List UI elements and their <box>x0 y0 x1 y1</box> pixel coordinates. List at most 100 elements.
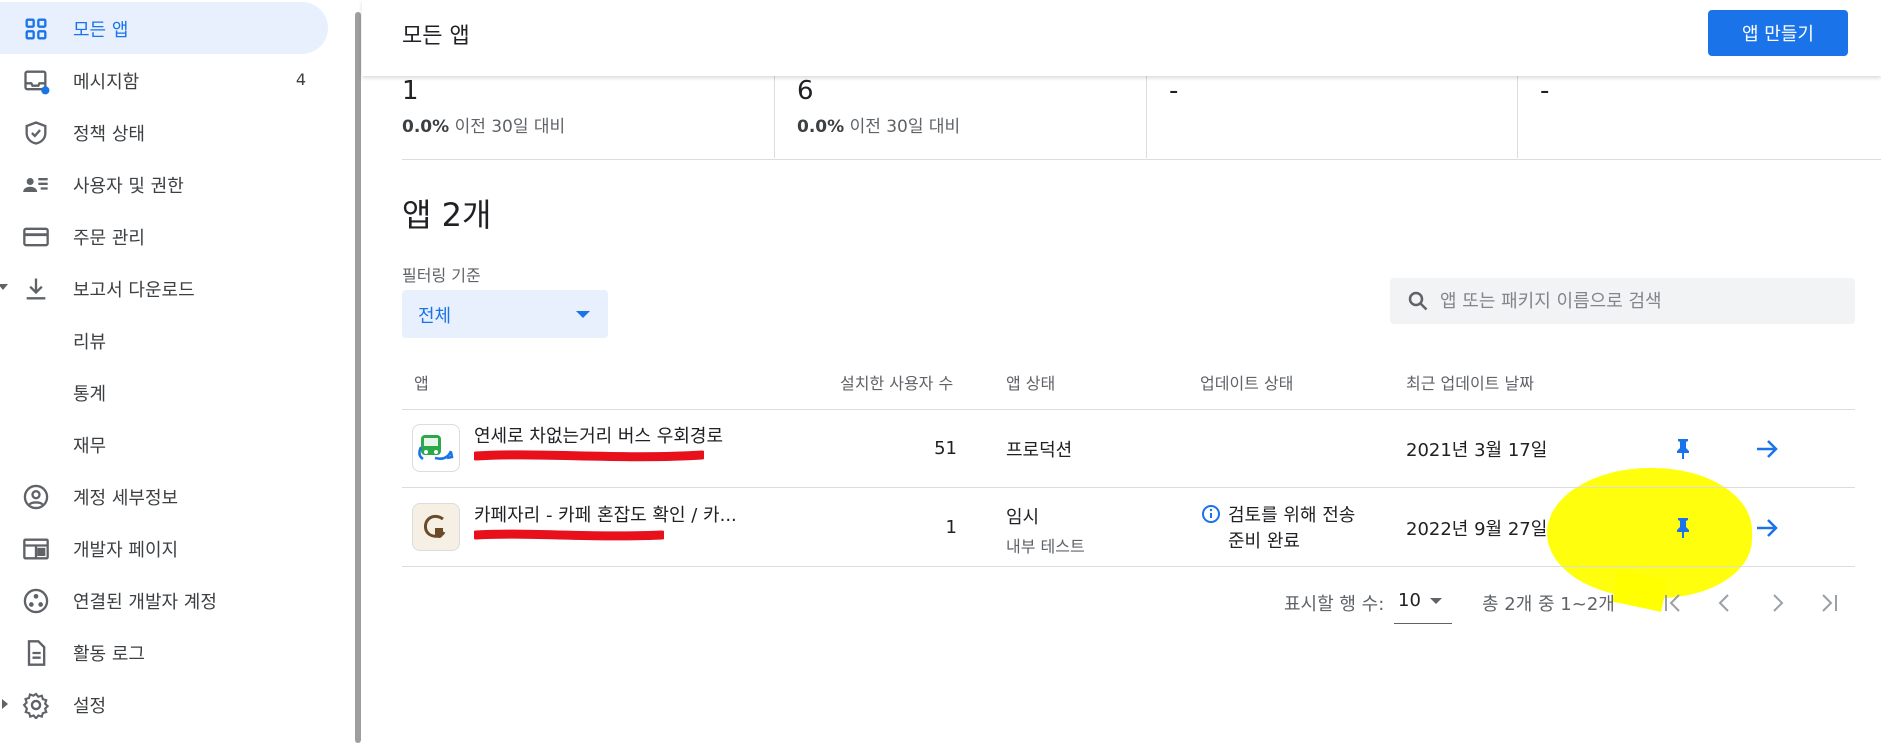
gear-icon <box>22 692 50 719</box>
stat-value: - <box>1540 76 1550 106</box>
last-update-date: 2022년 9월 27일 <box>1406 519 1548 540</box>
update-status-line2: 준비 완료 <box>1228 531 1300 552</box>
sidebar-item-settings[interactable]: 설정 <box>0 678 328 730</box>
sidebar-item-reviews[interactable]: 리뷰 <box>0 314 328 366</box>
filter-label: 필터링 기준 <box>402 266 481 285</box>
table-row[interactable]: 연세로 차없는거리 버스 우회경로 51 프로덕션 2021년 3월 17일 <box>402 410 1855 488</box>
page-header: 모든 앱 앱 만들기 <box>362 0 1881 76</box>
sidebar-item-label: 주문 관리 <box>73 228 145 249</box>
sidebar-item-label: 보고서 다운로드 <box>73 280 195 301</box>
app-status: 임시 <box>1006 507 1040 528</box>
sidebar-item-label: 사용자 및 권한 <box>73 176 184 197</box>
sidebar-item-download-reports[interactable]: 보고서 다운로드 <box>0 262 328 314</box>
redacted-package-name <box>474 450 704 462</box>
sidebar-item-activity-log[interactable]: 활동 로그 <box>0 626 328 678</box>
app-name[interactable]: 연세로 차없는거리 버스 우회경로 <box>474 422 723 448</box>
stat-card: - <box>1517 70 1881 158</box>
search-input[interactable] <box>1440 284 1840 318</box>
sidebar-item-order-management[interactable]: 주문 관리 <box>0 210 328 262</box>
bus-icon <box>418 435 454 461</box>
credit-card-icon <box>23 227 49 247</box>
sidebar-item-policy-status[interactable]: 정책 상태 <box>0 106 328 158</box>
apps-grid-icon <box>25 18 47 40</box>
column-header-app[interactable]: 앱 <box>414 370 429 394</box>
installs-count: 51 <box>934 438 957 459</box>
redacted-package-name <box>474 529 664 541</box>
pagination: 표시할 행 수: 10 총 2개 중 1~2개 <box>362 588 1881 628</box>
stat-value: 1 <box>402 76 419 106</box>
stat-value: - <box>1169 76 1179 106</box>
sidebar-item-label: 설정 <box>73 696 107 717</box>
sidebar-item-label: 개발자 페이지 <box>73 540 179 561</box>
rows-per-page-select[interactable]: 10 <box>1394 588 1452 624</box>
create-app-button[interactable]: 앱 만들기 <box>1708 10 1848 56</box>
linked-accounts-icon <box>23 588 49 614</box>
stat-delta-percent: 0.0% <box>797 117 845 137</box>
chevron-down-icon <box>1430 598 1442 604</box>
sidebar-item-all-apps[interactable]: 모든 앱 <box>0 2 328 54</box>
search-box[interactable] <box>1390 278 1855 324</box>
stat-delta: 0.0% 이전 30일 대비 <box>797 112 960 137</box>
update-status-line1: 검토를 위해 전송 <box>1228 505 1356 526</box>
stat-delta: 0.0% 이전 30일 대비 <box>402 112 565 137</box>
sidebar-item-label: 연결된 개발자 계정 <box>73 592 217 613</box>
shield-check-icon <box>25 121 47 145</box>
filter-value: 전체 <box>418 306 452 327</box>
account-circle-icon <box>23 484 49 510</box>
sidebar-item-users-permissions[interactable]: 사용자 및 권한 <box>0 158 328 210</box>
sidebar-scrollbar[interactable] <box>355 12 361 743</box>
first-page-icon[interactable] <box>1658 588 1688 618</box>
next-page-icon[interactable] <box>1762 588 1792 618</box>
stat-delta-label: 이전 30일 대비 <box>454 117 566 137</box>
sidebar-item-statistics[interactable]: 통계 <box>0 366 328 418</box>
arrow-right-icon[interactable] <box>1754 436 1780 462</box>
app-icon-cafe <box>412 503 460 551</box>
pin-icon[interactable] <box>1674 438 1692 460</box>
sidebar-item-label: 메시지함 <box>73 72 140 93</box>
column-header-installs[interactable]: 설치한 사용자 수 <box>840 370 953 394</box>
sidebar-item-label: 모든 앱 <box>73 20 129 41</box>
chevron-right-icon[interactable] <box>2 699 8 709</box>
page-range: 총 2개 중 1~2개 <box>1482 594 1615 615</box>
document-icon <box>27 640 46 666</box>
installs-count: 1 <box>945 517 957 538</box>
column-header-app-status[interactable]: 앱 상태 <box>1006 370 1055 394</box>
last-update-date: 2021년 3월 17일 <box>1406 440 1548 461</box>
table-row[interactable]: 카페자리 - 카페 혼잡도 확인 / 카... 1 임시 내부 테스트 검토를 … <box>402 489 1855 567</box>
sidebar-item-linked-developer-accounts[interactable]: 연결된 개발자 계정 <box>0 574 328 626</box>
pin-icon[interactable] <box>1674 517 1692 539</box>
rows-per-page-label: 표시할 행 수: <box>1284 594 1385 615</box>
arrow-right-icon[interactable] <box>1754 515 1780 541</box>
sidebar-item-account-details[interactable]: 계정 세부정보 <box>0 470 328 522</box>
download-icon <box>26 278 46 300</box>
stat-delta-percent: 0.0% <box>402 117 450 137</box>
filter-dropdown[interactable]: 전체 <box>402 290 608 338</box>
sidebar-item-label: 계정 세부정보 <box>73 488 179 509</box>
app-name[interactable]: 카페자리 - 카페 혼잡도 확인 / 카... <box>474 501 737 527</box>
stat-card: 6 0.0% 이전 30일 대비 <box>774 70 1146 158</box>
rows-per-page-value: 10 <box>1398 590 1421 611</box>
inbox-count-badge: 4 <box>295 70 306 89</box>
sidebar-item-label: 재무 <box>73 436 107 457</box>
sidebar-item-inbox[interactable]: 메시지함 4 <box>0 54 328 106</box>
chevron-down-icon[interactable] <box>0 284 8 290</box>
stats-strip: 1 0.0% 이전 30일 대비 6 0.0% 이전 30일 대비 - - <box>402 70 1881 160</box>
sidebar-item-developer-page[interactable]: 개발자 페이지 <box>0 522 328 574</box>
sidebar-item-label: 정책 상태 <box>73 124 145 145</box>
sidebar-item-label: 통계 <box>73 384 107 405</box>
app-track: 내부 테스트 <box>1006 537 1085 556</box>
previous-page-icon[interactable] <box>1710 588 1740 618</box>
page-title: 모든 앱 <box>402 24 470 49</box>
inbox-icon <box>24 70 50 95</box>
main-content: 모든 앱 앱 만들기 1 0.0% 이전 30일 대비 6 0.0% 이전 30… <box>362 0 1881 743</box>
last-page-icon[interactable] <box>1814 588 1844 618</box>
column-header-last-update[interactable]: 최근 업데이트 날짜 <box>1406 370 1534 394</box>
chevron-down-icon <box>576 311 590 318</box>
sidebar-item-finance[interactable]: 재무 <box>0 418 328 470</box>
people-list-icon <box>23 178 48 192</box>
sidebar: 모든 앱 메시지함 4 정책 상태 사용자 및 권한 주문 관리 보고서 다운로… <box>0 0 352 743</box>
stat-delta-label: 이전 30일 대비 <box>849 117 961 137</box>
cafe-logo-icon <box>423 514 446 538</box>
info-icon <box>1202 505 1220 523</box>
column-header-update-status[interactable]: 업데이트 상태 <box>1200 370 1293 394</box>
